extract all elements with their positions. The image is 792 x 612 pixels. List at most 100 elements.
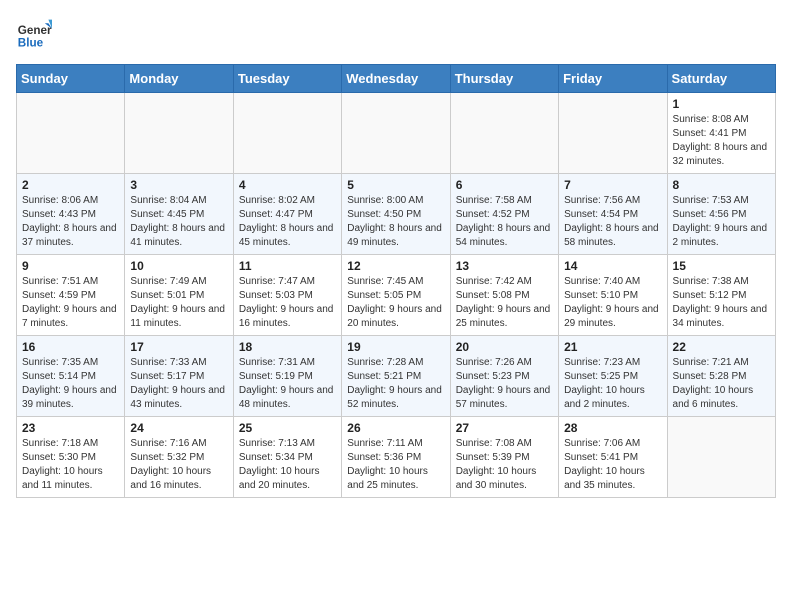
calendar-cell	[125, 93, 233, 174]
day-number: 28	[564, 421, 661, 435]
calendar-cell: 23 Sunrise: 7:18 AMSunset: 5:30 PMDayligh…	[17, 417, 125, 498]
day-info: Sunrise: 7:23 AMSunset: 5:25 PMDaylight:…	[564, 356, 661, 412]
day-info: Sunrise: 7:13 AMSunset: 5:34 PMDaylight:…	[239, 437, 336, 493]
calendar-cell: 24 Sunrise: 7:16 AMSunset: 5:32 PMDayligh…	[125, 417, 233, 498]
day-number: 27	[456, 421, 553, 435]
calendar-cell: 4 Sunrise: 8:02 AMSunset: 4:47 PMDaylight…	[233, 174, 341, 255]
day-info: Sunrise: 7:45 AMSunset: 5:05 PMDaylight:…	[347, 275, 444, 331]
day-info: Sunrise: 7:53 AMSunset: 4:56 PMDaylight:…	[673, 194, 770, 250]
calendar-week-row: 2Sunrise: 8:06 AMSunset: 4:43 PMDaylight…	[17, 174, 776, 255]
calendar-cell	[233, 93, 341, 174]
day-number: 4	[239, 178, 336, 192]
calendar-cell	[17, 93, 125, 174]
calendar-cell: 7 Sunrise: 7:56 AMSunset: 4:54 PMDaylight…	[559, 174, 667, 255]
calendar-cell: 11Sunrise: 7:47 AMSunset: 5:03 PMDayligh…	[233, 255, 341, 336]
calendar-cell: 6 Sunrise: 7:58 AMSunset: 4:52 PMDaylight…	[450, 174, 558, 255]
day-number: 25	[239, 421, 336, 435]
day-number: 17	[130, 340, 227, 354]
day-info: Sunrise: 8:04 AMSunset: 4:45 PMDaylight:…	[130, 194, 227, 250]
weekday-header-friday: Friday	[559, 65, 667, 93]
weekday-header-saturday: Saturday	[667, 65, 775, 93]
day-info: Sunrise: 7:21 AMSunset: 5:28 PMDaylight:…	[673, 356, 770, 412]
calendar-cell	[667, 417, 775, 498]
day-number: 20	[456, 340, 553, 354]
calendar-cell: 10 Sunrise: 7:49 AMSunset: 5:01 PMDayligh…	[125, 255, 233, 336]
calendar-cell: 18 Sunrise: 7:31 AMSunset: 5:19 PMDayligh…	[233, 336, 341, 417]
weekday-header-wednesday: Wednesday	[342, 65, 450, 93]
day-info: Sunrise: 7:26 AMSunset: 5:23 PMDaylight:…	[456, 356, 553, 412]
calendar-week-row: 1 Sunrise: 8:08 AMSunset: 4:41 PMDaylight…	[17, 93, 776, 174]
day-info: Sunrise: 7:18 AMSunset: 5:30 PMDaylight:…	[22, 437, 119, 493]
calendar-cell: 27 Sunrise: 7:08 AMSunset: 5:39 PMDayligh…	[450, 417, 558, 498]
day-info: Sunrise: 8:08 AMSunset: 4:41 PMDaylight:…	[673, 113, 770, 169]
calendar-cell: 15Sunrise: 7:38 AMSunset: 5:12 PMDayligh…	[667, 255, 775, 336]
calendar-cell: 1 Sunrise: 8:08 AMSunset: 4:41 PMDaylight…	[667, 93, 775, 174]
logo: General Blue	[16, 16, 56, 52]
day-info: Sunrise: 7:51 AMSunset: 4:59 PMDaylight:…	[22, 275, 119, 331]
day-info: Sunrise: 7:33 AMSunset: 5:17 PMDaylight:…	[130, 356, 227, 412]
day-info: Sunrise: 7:49 AMSunset: 5:01 PMDaylight:…	[130, 275, 227, 331]
calendar-cell: 3 Sunrise: 8:04 AMSunset: 4:45 PMDaylight…	[125, 174, 233, 255]
calendar-week-row: 9 Sunrise: 7:51 AMSunset: 4:59 PMDaylight…	[17, 255, 776, 336]
day-info: Sunrise: 8:00 AMSunset: 4:50 PMDaylight:…	[347, 194, 444, 250]
calendar-cell	[342, 93, 450, 174]
day-number: 23	[22, 421, 119, 435]
day-info: Sunrise: 7:31 AMSunset: 5:19 PMDaylight:…	[239, 356, 336, 412]
calendar-cell: 25 Sunrise: 7:13 AMSunset: 5:34 PMDayligh…	[233, 417, 341, 498]
calendar-week-row: 23 Sunrise: 7:18 AMSunset: 5:30 PMDayligh…	[17, 417, 776, 498]
calendar-cell: 19Sunrise: 7:28 AMSunset: 5:21 PMDayligh…	[342, 336, 450, 417]
day-number: 22	[673, 340, 770, 354]
day-number: 12	[347, 259, 444, 273]
day-info: Sunrise: 7:58 AMSunset: 4:52 PMDaylight:…	[456, 194, 553, 250]
weekday-header-sunday: Sunday	[17, 65, 125, 93]
day-info: Sunrise: 7:06 AMSunset: 5:41 PMDaylight:…	[564, 437, 661, 493]
calendar-cell: 13 Sunrise: 7:42 AMSunset: 5:08 PMDayligh…	[450, 255, 558, 336]
calendar-cell: 20 Sunrise: 7:26 AMSunset: 5:23 PMDayligh…	[450, 336, 558, 417]
calendar-cell: 9 Sunrise: 7:51 AMSunset: 4:59 PMDaylight…	[17, 255, 125, 336]
day-info: Sunrise: 7:35 AMSunset: 5:14 PMDaylight:…	[22, 356, 119, 412]
weekday-header-tuesday: Tuesday	[233, 65, 341, 93]
calendar-cell: 21Sunrise: 7:23 AMSunset: 5:25 PMDayligh…	[559, 336, 667, 417]
calendar-table: SundayMondayTuesdayWednesdayThursdayFrid…	[16, 64, 776, 498]
day-number: 2	[22, 178, 119, 192]
day-number: 1	[673, 97, 770, 111]
day-info: Sunrise: 7:38 AMSunset: 5:12 PMDaylight:…	[673, 275, 770, 331]
day-number: 8	[673, 178, 770, 192]
day-info: Sunrise: 7:28 AMSunset: 5:21 PMDaylight:…	[347, 356, 444, 412]
day-info: Sunrise: 7:56 AMSunset: 4:54 PMDaylight:…	[564, 194, 661, 250]
calendar-cell: 16 Sunrise: 7:35 AMSunset: 5:14 PMDayligh…	[17, 336, 125, 417]
day-number: 6	[456, 178, 553, 192]
svg-text:Blue: Blue	[18, 37, 44, 50]
day-number: 18	[239, 340, 336, 354]
day-number: 5	[347, 178, 444, 192]
day-number: 7	[564, 178, 661, 192]
page-header: General Blue	[16, 16, 776, 52]
weekday-header-thursday: Thursday	[450, 65, 558, 93]
day-number: 13	[456, 259, 553, 273]
calendar-cell: 5 Sunrise: 8:00 AMSunset: 4:50 PMDaylight…	[342, 174, 450, 255]
logo-icon: General Blue	[16, 16, 52, 52]
day-info: Sunrise: 7:11 AMSunset: 5:36 PMDaylight:…	[347, 437, 444, 493]
day-number: 14	[564, 259, 661, 273]
calendar-cell: 12 Sunrise: 7:45 AMSunset: 5:05 PMDayligh…	[342, 255, 450, 336]
day-number: 10	[130, 259, 227, 273]
calendar-cell: 14 Sunrise: 7:40 AMSunset: 5:10 PMDayligh…	[559, 255, 667, 336]
calendar-cell: 17 Sunrise: 7:33 AMSunset: 5:17 PMDayligh…	[125, 336, 233, 417]
day-number: 11	[239, 259, 336, 273]
day-number: 26	[347, 421, 444, 435]
day-info: Sunrise: 7:08 AMSunset: 5:39 PMDaylight:…	[456, 437, 553, 493]
day-number: 9	[22, 259, 119, 273]
day-number: 3	[130, 178, 227, 192]
day-info: Sunrise: 7:42 AMSunset: 5:08 PMDaylight:…	[456, 275, 553, 331]
calendar-cell: 2Sunrise: 8:06 AMSunset: 4:43 PMDaylight…	[17, 174, 125, 255]
calendar-cell: 22 Sunrise: 7:21 AMSunset: 5:28 PMDayligh…	[667, 336, 775, 417]
day-number: 16	[22, 340, 119, 354]
day-info: Sunrise: 7:40 AMSunset: 5:10 PMDaylight:…	[564, 275, 661, 331]
day-number: 24	[130, 421, 227, 435]
day-info: Sunrise: 7:16 AMSunset: 5:32 PMDaylight:…	[130, 437, 227, 493]
calendar-cell: 26 Sunrise: 7:11 AMSunset: 5:36 PMDayligh…	[342, 417, 450, 498]
weekday-header-monday: Monday	[125, 65, 233, 93]
calendar-week-row: 16 Sunrise: 7:35 AMSunset: 5:14 PMDayligh…	[17, 336, 776, 417]
day-info: Sunrise: 8:02 AMSunset: 4:47 PMDaylight:…	[239, 194, 336, 250]
calendar-cell: 8 Sunrise: 7:53 AMSunset: 4:56 PMDaylight…	[667, 174, 775, 255]
